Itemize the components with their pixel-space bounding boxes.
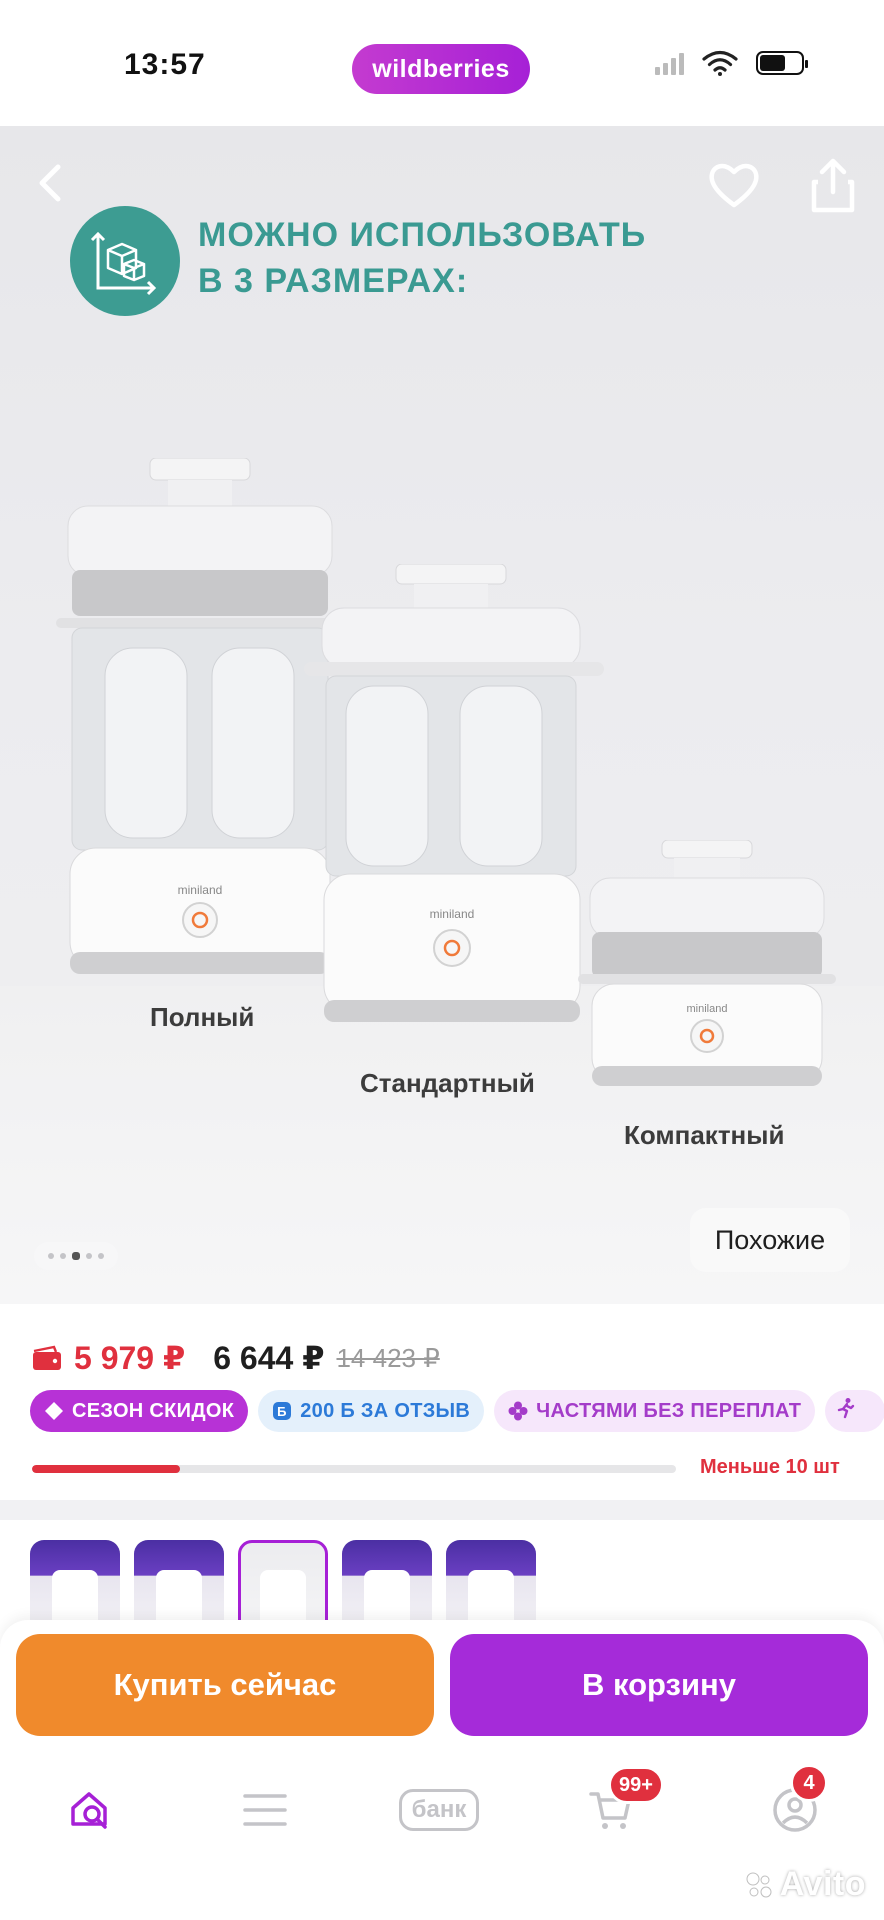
bank-icon: банк [398,1789,480,1831]
wifi-icon [702,50,738,76]
favorite-heart-icon[interactable] [706,160,762,210]
status-bar: 13:57 wildberries [0,0,884,126]
promo-line-1: МОЖНО ИСПОЛЬЗОВАТЬ [198,216,647,254]
nav-home[interactable] [56,1778,126,1842]
buy-now-button[interactable]: Купить сейчас [16,1634,434,1736]
chip-installments-label: ЧАСТЯМИ БЕЗ ПЕРЕПЛАТ [536,1399,802,1422]
purchase-actions: Купить сейчас В корзину [0,1620,884,1750]
gallery-dot-active [72,1252,80,1260]
brand-mark-standard: miniland [430,907,475,921]
gallery-dot [48,1253,54,1259]
brand-mark-full: miniland [178,883,223,897]
puzzle-icon [508,1401,528,1421]
wallet-price: 5 979 ₽ [74,1340,186,1376]
nav-bank[interactable]: банк [386,1778,492,1842]
running-person-icon [835,1397,857,1425]
nav-catalog[interactable] [230,1778,300,1842]
tag-icon [44,1401,64,1421]
sterilizer-compact: miniland [578,840,836,1086]
nav-profile[interactable]: 4 [760,1764,830,1842]
similar-button[interactable]: Похожие [690,1208,850,1272]
avito-watermark: Avito [744,1865,866,1904]
bonus-coin-icon: Б [272,1401,292,1421]
wallet-icon [33,1345,61,1370]
status-time: 13:57 [124,48,206,81]
size-label-full: Полный [150,1002,255,1032]
back-arrow-icon[interactable] [30,161,74,205]
bank-label: банк [411,1796,467,1823]
price-row: 5 979 ₽ 6 644 ₽ 14 423 ₽ [32,1336,440,1380]
promo-headline: МОЖНО ИСПОЛЬЗОВАТЬ В 3 РАЗМЕРАХ: [198,212,658,304]
product-gallery[interactable]: МОЖНО ИСПОЛЬЗОВАТЬ В 3 РАЗМЕРАХ: minilan… [0,126,884,1304]
profile-badge: 4 [790,1764,828,1802]
current-price: 6 644 ₽ [213,1340,325,1376]
bottom-navigation: банк 99+ 4 Avito [0,1750,884,1920]
gallery-dot [86,1253,92,1259]
variant-thumbnail[interactable] [342,1540,432,1628]
nav-cart[interactable]: 99+ [576,1766,664,1842]
brand-mark-compact: miniland [687,1003,728,1015]
gallery-pagination [34,1242,118,1270]
stock-progress-fill [32,1465,181,1473]
share-icon[interactable] [810,158,856,214]
chip-more[interactable] [825,1390,884,1432]
add-to-cart-button[interactable]: В корзину [450,1634,868,1736]
svg-text:Б: Б [277,1404,287,1419]
gallery-dot [60,1253,66,1259]
sterilizer-standard: miniland [304,564,604,1022]
stock-progress [32,1465,676,1473]
chip-installments[interactable]: ЧАСТЯМИ БЕЗ ПЕРЕПЛАТ [494,1390,816,1432]
variant-thumbnail[interactable] [134,1540,224,1628]
cellular-signal-icon [655,51,684,75]
old-price: 14 423 ₽ [336,1342,440,1373]
variant-thumbnail-selected[interactable] [238,1540,328,1628]
promo-chips: СЕЗОН СКИДОК Б 200 Б ЗА ОТЗЫВ ЧАСТЯМИ БЕ… [30,1390,884,1432]
battery-icon [756,51,808,75]
cube-size-icon [70,206,180,316]
chip-season-label: СЕЗОН СКИДОК [72,1399,235,1422]
gallery-dot [98,1253,104,1259]
variant-thumbnail[interactable] [30,1540,120,1628]
avito-logo-icon [746,1872,772,1897]
chip-review-bonus[interactable]: Б 200 Б ЗА ОТЗЫВ [258,1390,485,1432]
variant-thumbnails [30,1540,536,1628]
status-icons [655,50,808,76]
size-label-standard: Стандартный [360,1068,535,1098]
cart-badge: 99+ [608,1766,664,1804]
watermark-text: Avito [779,1865,866,1903]
chip-season-sale[interactable]: СЕЗОН СКИДОК [30,1390,249,1432]
variant-thumbnail[interactable] [446,1540,536,1628]
home-search-icon [71,1792,107,1829]
stock-text: Меньше 10 шт [700,1456,840,1478]
section-divider [0,1500,884,1520]
brand-logo: wildberries [352,44,530,94]
chip-review-label: 200 Б ЗА ОТЗЫВ [300,1399,471,1422]
promo-line-2: В 3 РАЗМЕРАХ: [198,262,469,300]
size-label-compact: Компактный [624,1120,785,1150]
menu-icon [243,1794,287,1826]
product-page: 13:57 wildberries МОЖНО ИСПОЛЬЗОВАТЬ В 3… [0,0,884,1920]
